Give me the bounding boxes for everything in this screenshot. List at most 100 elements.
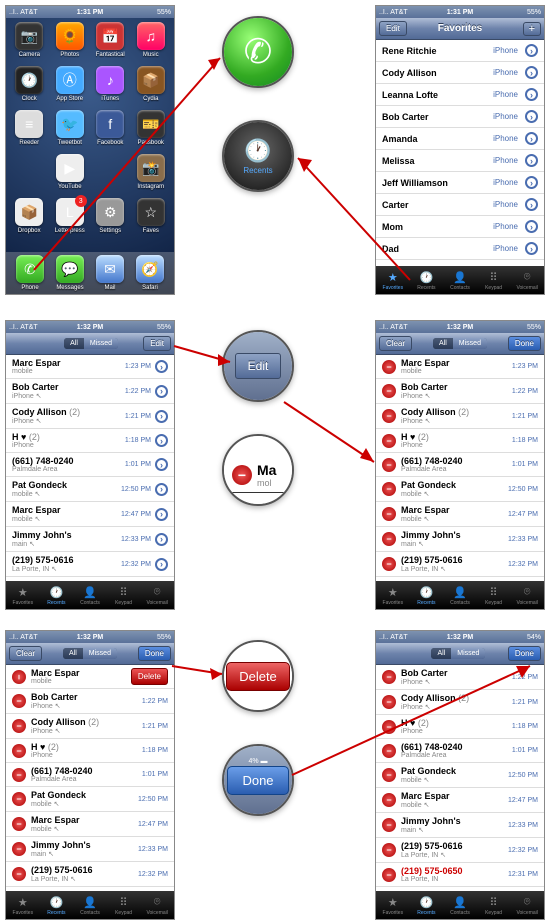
clear-button[interactable]: Clear (379, 336, 412, 351)
recent-row[interactable]: −(219) 575-0616La Porte, IN ↖12:32 PM (376, 838, 544, 863)
delete-indicator-icon[interactable]: − (382, 434, 396, 448)
recent-row[interactable]: −Pat Gondeckmobile ↖12:50 PM (6, 787, 174, 812)
delete-indicator-icon[interactable]: − (382, 557, 396, 571)
edit-button[interactable]: Edit (143, 336, 171, 351)
recent-row[interactable]: −(219) 575-0650La Porte, IN12:31 PM (376, 863, 544, 887)
seg-missed[interactable]: Missed (453, 338, 487, 349)
delete-indicator-icon[interactable]: − (382, 360, 396, 374)
tab-recents[interactable]: 🕐Recents (40, 586, 74, 606)
recent-row[interactable]: −(661) 748-0240Palmdale Area1:01 PM (6, 763, 174, 787)
dock-app-phone[interactable]: ✆Phone (16, 255, 44, 291)
recent-row[interactable]: −Cody Allison (2)iPhone ↖1:21 PM (376, 690, 544, 715)
delete-indicator-icon[interactable]: − (12, 768, 26, 782)
delete-indicator-icon[interactable]: − (382, 843, 396, 857)
delete-indicator-icon[interactable]: − (12, 792, 26, 806)
favorite-row[interactable]: Bob CarteriPhone› (376, 106, 544, 128)
tab-favorites[interactable]: ★Favorites (376, 271, 410, 291)
filter-segmented[interactable]: All Missed (431, 648, 485, 659)
detail-chevron-icon[interactable]: › (155, 483, 168, 496)
recent-row[interactable]: −Marc Esparmobile1:23 PM (376, 355, 544, 379)
favorite-row[interactable]: CarteriPhone› (376, 194, 544, 216)
recent-row[interactable]: H ♥ (2)iPhone1:18 PM› (6, 429, 174, 453)
app-tweetbot[interactable]: 🐦Tweetbot (51, 110, 90, 152)
recent-row[interactable]: −(219) 575-0616La Porte, IN ↖12:32 PM (376, 552, 544, 577)
tab-keypad[interactable]: ⠿Keypad (107, 896, 141, 916)
delete-indicator-icon[interactable]: − (382, 818, 396, 832)
detail-chevron-icon[interactable]: › (155, 385, 168, 398)
recent-row[interactable]: Marc Esparmobile ↖12:47 PM› (6, 502, 174, 527)
dock-app-safari[interactable]: 🧭Safari (136, 255, 164, 291)
delete-indicator-icon[interactable]: − (382, 409, 396, 423)
detail-chevron-icon[interactable]: › (155, 410, 168, 423)
detail-chevron-icon[interactable]: › (155, 434, 168, 447)
tab-voicemail[interactable]: ⌾Voicemail (510, 896, 544, 916)
seg-missed[interactable]: Missed (451, 648, 485, 659)
tab-contacts[interactable]: 👤Contacts (443, 271, 477, 291)
app-passbook[interactable]: 🎫Passbook (132, 110, 171, 152)
favorite-row[interactable]: Jeff WilliamsoniPhone› (376, 172, 544, 194)
delete-indicator-icon[interactable]: − (12, 817, 26, 831)
tab-recents[interactable]: 🕐Recents (410, 586, 444, 606)
delete-indicator-icon[interactable]: − (382, 793, 396, 807)
favorite-row[interactable]: MelissaiPhone› (376, 150, 544, 172)
delete-indicator-icon[interactable]: − (12, 670, 26, 684)
favorite-row[interactable]: AmandaiPhone› (376, 128, 544, 150)
delete-indicator-icon[interactable]: − (12, 694, 26, 708)
tab-favorites[interactable]: ★Favorites (376, 586, 410, 606)
app-dropbox[interactable]: 📦Dropbox (10, 198, 49, 240)
app-photos[interactable]: 🌻Photos (51, 22, 90, 64)
favorite-row[interactable]: Rene RitchieiPhone› (376, 40, 544, 62)
detail-chevron-icon[interactable]: › (525, 88, 538, 101)
recent-row[interactable]: −Jimmy John'smain ↖12:33 PM (376, 813, 544, 838)
detail-chevron-icon[interactable]: › (525, 132, 538, 145)
seg-missed[interactable]: Missed (84, 338, 118, 349)
detail-chevron-icon[interactable]: › (155, 508, 168, 521)
tab-recents[interactable]: 🕐Recents (40, 896, 74, 916)
tab-favorites[interactable]: ★Favorites (6, 896, 40, 916)
tab-contacts[interactable]: 👤Contacts (443, 896, 477, 916)
delete-indicator-icon[interactable]: − (12, 719, 26, 733)
recent-row[interactable]: (219) 575-0616La Porte, IN ↖12:32 PM› (6, 552, 174, 577)
favorite-row[interactable]: Cody AllisoniPhone› (376, 62, 544, 84)
app-music[interactable]: ♫Music (132, 22, 171, 64)
recent-row[interactable]: −(661) 748-0240Palmdale Area1:01 PM (376, 453, 544, 477)
app-app store[interactable]: ⒶApp Store (51, 66, 90, 108)
delete-button[interactable]: Delete (131, 668, 168, 685)
tab-favorites[interactable]: ★Favorites (376, 896, 410, 916)
app-camera[interactable]: 📷Camera (10, 22, 49, 64)
delete-indicator-icon[interactable]: − (382, 720, 396, 734)
recent-row[interactable]: −Marc EsparmobileDelete (6, 665, 174, 689)
app-cydia[interactable]: 📦Cydia (132, 66, 171, 108)
detail-chevron-icon[interactable]: › (525, 198, 538, 211)
recent-row[interactable]: Bob CarteriPhone ↖1:22 PM› (6, 379, 174, 404)
seg-all[interactable]: All (433, 338, 453, 349)
delete-indicator-icon[interactable]: − (382, 768, 396, 782)
tab-recents[interactable]: 🕐Recents (410, 271, 444, 291)
delete-indicator-icon[interactable]: − (382, 868, 396, 882)
delete-indicator-icon[interactable]: − (382, 695, 396, 709)
recent-row[interactable]: (661) 748-0240Palmdale Area1:01 PM› (6, 453, 174, 477)
filter-segmented[interactable]: All Missed (64, 338, 118, 349)
app-letterpress[interactable]: L3Letterpress (51, 198, 90, 240)
favorite-row[interactable]: DadiPhone› (376, 238, 544, 260)
app-reeder[interactable]: ≡Reeder (10, 110, 49, 152)
tab-voicemail[interactable]: ⌾Voicemail (140, 586, 174, 606)
recent-row[interactable]: −Jimmy John'smain ↖12:33 PM (376, 527, 544, 552)
recent-row[interactable]: −Bob CarteriPhone ↖1:22 PM (6, 689, 174, 714)
delete-indicator-icon[interactable]: − (382, 532, 396, 546)
detail-chevron-icon[interactable]: › (155, 458, 168, 471)
tab-voicemail[interactable]: ⌾Voicemail (140, 896, 174, 916)
tab-favorites[interactable]: ★Favorites (6, 586, 40, 606)
app-clock[interactable]: 🕐Clock (10, 66, 49, 108)
detail-chevron-icon[interactable]: › (525, 110, 538, 123)
dock-app-messages[interactable]: 💬Messages (56, 255, 84, 291)
delete-indicator-icon[interactable]: − (12, 744, 26, 758)
detail-chevron-icon[interactable]: › (525, 242, 538, 255)
tab-voicemail[interactable]: ⌾Voicemail (510, 271, 544, 291)
app-instagram[interactable]: 📸Instagram (132, 154, 171, 196)
recent-row[interactable]: −H ♥ (2)iPhone1:18 PM (6, 739, 174, 763)
recent-row[interactable]: Jimmy John'smain ↖12:33 PM› (6, 527, 174, 552)
tab-recents[interactable]: 🕐Recents (410, 896, 444, 916)
detail-chevron-icon[interactable]: › (155, 558, 168, 571)
seg-all[interactable]: All (63, 648, 83, 659)
